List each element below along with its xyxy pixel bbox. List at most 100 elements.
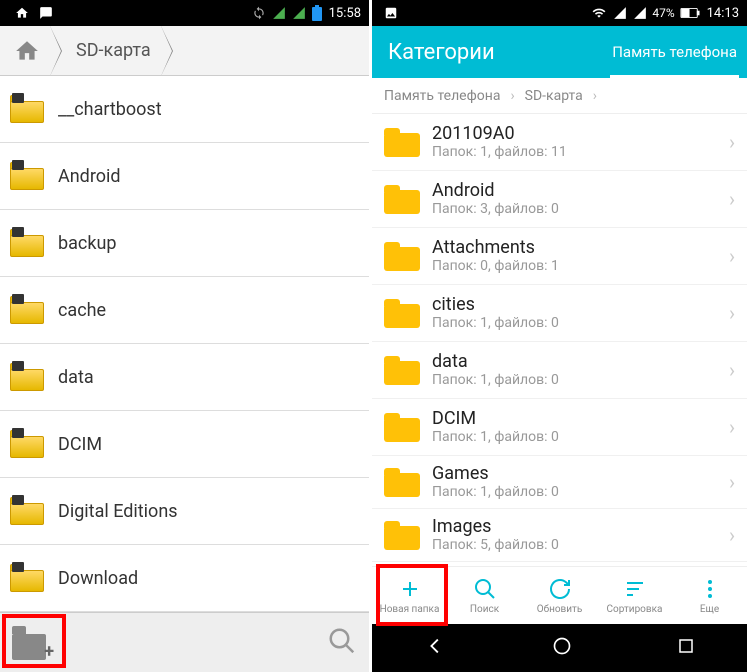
chevron-right-icon: › bbox=[729, 358, 735, 382]
folder-name: __chartboost bbox=[58, 99, 162, 120]
folder-item[interactable]: DCIM Папок: 1, файлов: 0 › bbox=[372, 399, 747, 456]
folder-icon bbox=[384, 298, 420, 328]
folder-icon bbox=[10, 497, 44, 525]
signal-icon-2 bbox=[292, 6, 306, 20]
signal-icon bbox=[613, 6, 627, 20]
chevron-right-icon: › bbox=[729, 470, 735, 494]
more-button[interactable]: Еще bbox=[672, 567, 747, 624]
search-icon bbox=[473, 576, 497, 602]
breadcrumb-home[interactable] bbox=[0, 26, 50, 75]
folder-subtitle: Папок: 3, файлов: 0 bbox=[432, 201, 729, 218]
battery-percent: 47% bbox=[652, 6, 674, 20]
folder-subtitle: Папок: 1, файлов: 0 bbox=[432, 429, 729, 446]
folder-name: Games bbox=[432, 463, 729, 485]
folder-icon bbox=[384, 241, 420, 271]
bottom-bar-left: + bbox=[0, 612, 369, 672]
search-button[interactable] bbox=[327, 626, 357, 660]
folder-subtitle: Папок: 1, файлов: 0 bbox=[432, 315, 729, 332]
chevron-right-icon: › bbox=[593, 88, 597, 104]
sort-button[interactable]: Сортировка bbox=[597, 567, 672, 624]
folder-icon bbox=[384, 184, 420, 214]
folder-name: Attachments bbox=[432, 237, 729, 259]
refresh-icon bbox=[548, 576, 572, 602]
status-bar-right: 47% 14:13 bbox=[372, 0, 747, 26]
folder-item[interactable]: Android bbox=[0, 143, 369, 210]
sync-icon bbox=[252, 6, 266, 20]
breadcrumb-left: SD-карта bbox=[0, 26, 369, 76]
folder-item[interactable]: Games Папок: 1, файлов: 0 › bbox=[372, 456, 747, 509]
folder-icon bbox=[384, 127, 420, 157]
folder-item[interactable]: __chartboost bbox=[0, 76, 369, 143]
folder-list-left[interactable]: __chartboost Android backup cache data bbox=[0, 76, 369, 612]
folder-subtitle: Папок: 5, файлов: 0 bbox=[432, 537, 729, 554]
chevron-right-icon: › bbox=[729, 415, 735, 439]
battery-icon bbox=[312, 5, 322, 21]
status-time: 15:58 bbox=[329, 6, 361, 21]
breadcrumb-arrow-icon bbox=[50, 26, 62, 76]
breadcrumb-current[interactable]: SD-карта bbox=[525, 88, 583, 104]
nav-bar-right bbox=[372, 624, 747, 672]
chevron-right-icon: › bbox=[729, 523, 735, 547]
folder-icon bbox=[10, 162, 44, 190]
folder-name: cities bbox=[432, 294, 729, 316]
folder-subtitle: Папок: 1, файлов: 0 bbox=[432, 484, 729, 501]
folder-name: DCIM bbox=[432, 408, 729, 430]
folder-list-right[interactable]: 201109A0 Папок: 1, файлов: 11 › Android … bbox=[372, 114, 747, 566]
folder-item[interactable]: data bbox=[0, 344, 369, 411]
folder-name: backup bbox=[58, 233, 116, 254]
folder-icon bbox=[384, 467, 420, 497]
screen-left-file-manager: 15:58 SD-карта __chartboost Android bbox=[0, 0, 372, 672]
folder-item[interactable]: cache bbox=[0, 277, 369, 344]
header-right: Категории Память телефона bbox=[372, 26, 747, 78]
chevron-right-icon: › bbox=[729, 187, 735, 211]
plus-icon bbox=[398, 576, 422, 602]
status-bar-left: 15:58 bbox=[0, 0, 369, 26]
nav-home-button[interactable] bbox=[552, 636, 572, 660]
folder-name: DCIM bbox=[58, 434, 102, 455]
folder-name: Digital Editions bbox=[58, 501, 178, 522]
breadcrumb-root[interactable]: Память телефона bbox=[384, 88, 500, 104]
nav-recent-button[interactable] bbox=[677, 637, 695, 659]
folder-name: 201109A0 bbox=[432, 123, 729, 145]
folder-subtitle: Папок: 0, файлов: 1 bbox=[432, 258, 729, 275]
folder-item[interactable]: data Папок: 1, файлов: 0 › bbox=[372, 342, 747, 399]
folder-item[interactable]: Download bbox=[0, 545, 369, 612]
add-folder-button[interactable]: + bbox=[12, 626, 52, 660]
toolbar-right: Новая папка Поиск Обновить Сортировка bbox=[372, 566, 747, 624]
folder-item[interactable]: Attachments Папок: 0, файлов: 1 › bbox=[372, 228, 747, 285]
folder-subtitle: Папок: 1, файлов: 0 bbox=[432, 372, 729, 389]
header-title: Категории bbox=[372, 40, 602, 65]
wifi-icon bbox=[591, 6, 607, 20]
folder-item[interactable]: backup bbox=[0, 210, 369, 277]
folder-icon bbox=[10, 430, 44, 458]
search-button[interactable]: Поиск bbox=[447, 567, 522, 624]
breadcrumb-sdcard[interactable]: SD-карта bbox=[62, 26, 161, 75]
folder-name: data bbox=[432, 351, 729, 373]
folder-icon bbox=[384, 412, 420, 442]
folder-item[interactable]: 201109A0 Папок: 1, файлов: 11 › bbox=[372, 114, 747, 171]
folder-item[interactable]: Digital Editions bbox=[0, 478, 369, 545]
folder-item[interactable]: cities Папок: 1, файлов: 0 › bbox=[372, 285, 747, 342]
refresh-button[interactable]: Обновить bbox=[522, 567, 597, 624]
screen-right-file-manager: 47% 14:13 Категории Память телефона Памя… bbox=[372, 0, 747, 672]
signal-icon-2 bbox=[633, 6, 647, 20]
chevron-right-icon: › bbox=[729, 130, 735, 154]
home-status-icon bbox=[15, 6, 29, 20]
nav-back-button[interactable] bbox=[425, 635, 447, 661]
folder-icon bbox=[384, 520, 420, 550]
tab-phone-memory[interactable]: Память телефона bbox=[602, 26, 747, 78]
image-status-icon bbox=[384, 6, 398, 20]
folder-subtitle: Папок: 1, файлов: 11 bbox=[432, 144, 729, 161]
sort-icon bbox=[623, 576, 647, 602]
breadcrumb-arrow-icon bbox=[161, 26, 173, 76]
folder-icon bbox=[10, 95, 44, 123]
folder-item[interactable]: DCIM bbox=[0, 411, 369, 478]
plus-icon: + bbox=[44, 641, 54, 662]
breadcrumb-right: Память телефона › SD-карта › bbox=[372, 78, 747, 114]
folder-name: Download bbox=[58, 568, 138, 589]
folder-item[interactable]: Images Папок: 5, файлов: 0 › bbox=[372, 509, 747, 562]
battery-icon bbox=[680, 7, 700, 19]
folder-item[interactable]: Android Папок: 3, файлов: 0 › bbox=[372, 171, 747, 228]
chevron-right-icon: › bbox=[510, 88, 514, 104]
new-folder-button[interactable]: Новая папка bbox=[372, 567, 447, 624]
